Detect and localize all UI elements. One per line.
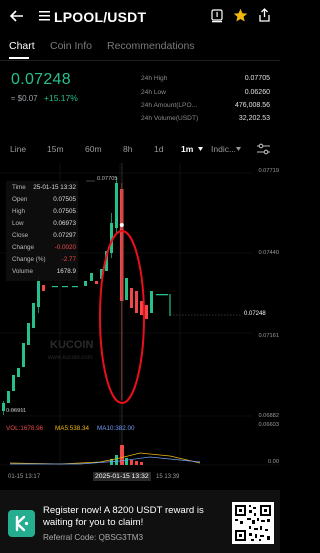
candle <box>125 278 128 300</box>
referral-code: Referral Code: QBSG3TM3 <box>43 533 144 542</box>
stat-value: 32,202.53 <box>238 115 270 122</box>
tab-coin-info[interactable]: Coin Info <box>50 40 92 52</box>
ma10-line <box>10 456 201 465</box>
ohlc-value: 0.07505 <box>53 196 76 203</box>
chart-settings-icon[interactable] <box>257 143 270 155</box>
ohlc-label: High <box>12 208 25 215</box>
ohlc-value: 0.07505 <box>53 208 76 215</box>
menu-list-icon[interactable] <box>39 11 50 21</box>
volume-bars <box>110 445 143 465</box>
ohlc-value: 0.07297 <box>53 232 76 239</box>
candle <box>84 281 87 286</box>
ohlc-tooltip: Time 25-01-15 13:32 Open 0.07505 High 0.… <box>6 181 78 281</box>
indicator-dropdown-icon[interactable] <box>236 147 241 151</box>
interval-1d[interactable]: 1d <box>154 144 163 154</box>
candle <box>52 286 58 288</box>
ohlc-value: 1678.9 <box>56 268 76 275</box>
candle <box>95 281 98 284</box>
indicators-menu[interactable]: Indic... <box>211 144 236 154</box>
candle <box>130 288 133 308</box>
high-marker-label: 0.07705 <box>97 176 118 182</box>
last-price-tag: 0.07248 <box>243 311 267 317</box>
tab-bar: Chart Coin Info Recommendations <box>0 36 280 60</box>
candle <box>17 368 20 377</box>
pair-title[interactable]: LPOOL/USDT <box>54 9 146 25</box>
crosshair-dot <box>119 223 124 227</box>
candle <box>72 286 78 288</box>
stat-value: 0.07705 <box>244 75 270 82</box>
ohlc-label: Close <box>12 232 29 239</box>
vol-indicator: VOL:1678.96 <box>6 425 44 432</box>
interval-line[interactable]: Line <box>10 144 26 154</box>
ohlc-label: Open <box>12 196 28 203</box>
divider <box>0 60 280 61</box>
top-bar: LPOOL/USDT <box>0 0 280 34</box>
time-tick: 01-15 13:17 <box>8 474 41 480</box>
candle <box>145 305 148 319</box>
candle <box>32 303 35 328</box>
interval-60m[interactable]: 60m <box>85 144 102 154</box>
candle <box>135 291 138 313</box>
y-tick: 0.07440 <box>258 250 279 256</box>
tab-chart[interactable]: Chart <box>9 40 35 52</box>
stat-label: 24h Amount(LPO... <box>141 102 198 109</box>
time-tick: 15 13:39 <box>156 474 180 480</box>
candle <box>156 294 168 296</box>
stat-label: 24h Volume(USDT) <box>141 115 199 122</box>
banner-line-1: Register now! A 8200 USDT reward is <box>43 505 204 516</box>
interval-bar: Line 15m 60m 8h 1d 1m Indic... <box>0 141 280 159</box>
stat-label: 24h High <box>141 75 168 82</box>
interval-15m[interactable]: 15m <box>47 144 64 154</box>
ohlc-value: -2.77 <box>61 256 76 263</box>
banner-line-2: waiting for you to claim! <box>43 517 144 529</box>
candle <box>27 323 30 345</box>
ma5-indicator: MA5:538.34 <box>55 425 89 432</box>
y-tick: 0.07719 <box>258 168 279 174</box>
y-tick: 0.07161 <box>258 333 279 339</box>
candle <box>22 343 25 367</box>
low-marker-label: 0.06911 <box>6 408 27 414</box>
ohlc-value: 0.06973 <box>53 220 76 227</box>
ohlc-value: -0.0020 <box>54 244 76 251</box>
price-alert-icon[interactable] <box>211 9 223 23</box>
candle <box>90 273 93 281</box>
candle <box>62 286 68 288</box>
ohlc-label: Change <box>12 244 35 251</box>
volume-tick: 0.00 <box>267 459 279 465</box>
kucoin-logo-icon <box>8 510 35 537</box>
stat-value: 0.06260 <box>244 89 270 96</box>
last-price: 0.07248 <box>11 71 71 88</box>
candle <box>7 391 10 403</box>
watermark-brand: KUCOIN <box>50 339 93 351</box>
watermark-site: www.kucoin.com <box>47 355 93 361</box>
ma10-indicator: MA10:382.00 <box>97 425 135 432</box>
price-change-percent: +15.17% <box>44 93 78 103</box>
time-tick-selected: 2025-01-15 13:32 <box>93 472 151 481</box>
favorite-star-icon[interactable] <box>233 8 248 23</box>
candle <box>42 285 45 291</box>
tab-recommendations[interactable]: Recommendations <box>107 40 195 52</box>
ohlc-label: Low <box>12 220 24 227</box>
stat-label: 24h Low <box>141 89 166 96</box>
ohlc-label: Time <box>12 184 26 191</box>
interval-dropdown-icon[interactable] <box>198 147 203 151</box>
active-tab-underline <box>9 57 29 59</box>
share-icon[interactable] <box>258 8 271 23</box>
interval-8h[interactable]: 8h <box>123 144 132 154</box>
y-tick: 0.06603 <box>258 422 279 428</box>
candle <box>12 375 15 391</box>
banner-message: Register now! A 8200 USDT reward is wait… <box>43 505 223 530</box>
ohlc-label: Volume <box>12 268 34 275</box>
ohlc-label: Change (%) <box>12 256 46 263</box>
qr-code-icon[interactable] <box>232 502 274 544</box>
interval-1m[interactable]: 1m <box>181 144 193 154</box>
stat-value: 476,008.56 <box>234 102 270 109</box>
back-arrow-icon[interactable] <box>10 10 24 22</box>
fiat-price: ≈ $0.07 <box>11 94 38 103</box>
candle <box>150 291 153 313</box>
candle <box>140 301 143 315</box>
ohlc-value: 25-01-15 13:32 <box>33 184 76 191</box>
y-tick: 0.06882 <box>258 413 279 419</box>
